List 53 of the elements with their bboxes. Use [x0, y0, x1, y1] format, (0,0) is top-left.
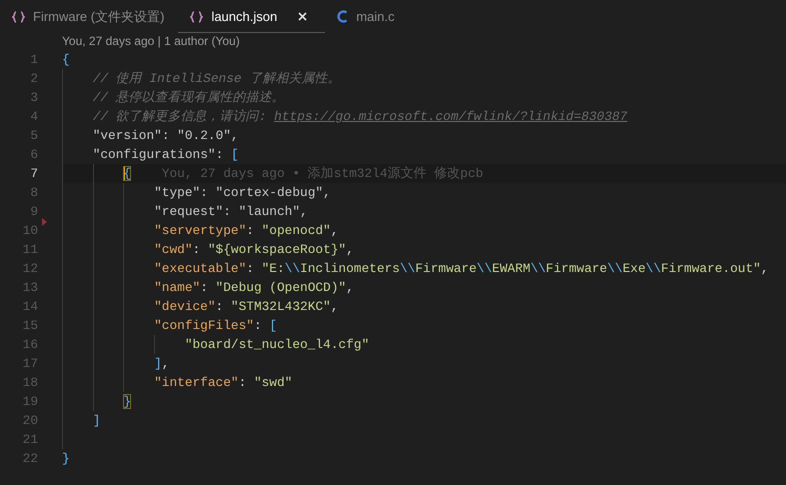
code-line: "servertype": "openocd", [154, 222, 338, 240]
line-number: 18 [22, 374, 38, 392]
code-comment: // 欲了解更多信息，请访问: [92, 108, 268, 126]
line-number: 9 [29, 203, 38, 221]
code-line: } [123, 393, 132, 411]
line-number: 12 [22, 260, 38, 278]
link[interactable]: https://go.microsoft.com/fwlink/?linkid=830387 [274, 107, 628, 126]
line-number: 7 [29, 165, 38, 183]
line-number: 3 [29, 89, 38, 107]
braces-icon [12, 10, 25, 22]
braces-icon [190, 10, 204, 22]
code-line: { [62, 51, 70, 69]
line-number: 15 [22, 317, 38, 335]
code-line: "name": "Debug (OpenOCD)", [154, 279, 354, 297]
editor-tab[interactable]: main.c [325, 0, 409, 33]
codelens-link[interactable]: You, 27 days ago | 1 author (You) [0, 33, 786, 50]
c-letter-icon [337, 10, 348, 23]
line-number: 8 [29, 184, 38, 202]
code-line: "cwd": "${workspaceRoot}", [154, 241, 354, 259]
line-number: 20 [22, 412, 38, 430]
code-line: "executable": "E:\\Inclinometers\\Firmware\\EWARM\\Firmware\\Exe\\Firmware.out", [154, 260, 769, 278]
line-number: 17 [22, 355, 38, 373]
code-line: "board/st_nucleo_l4.cfg" [184, 336, 370, 354]
deleted-lines-marker[interactable] [42, 218, 47, 226]
code-line: "device": "STM32L432KC", [154, 298, 338, 316]
line-number: 13 [22, 279, 38, 297]
line-number: 21 [22, 431, 38, 449]
code-line: "version": "0.2.0", [92, 127, 239, 145]
line-number: 11 [22, 241, 38, 259]
code-line: // 悬停以查看现有属性的描述。 [92, 89, 285, 107]
line-number: 22 [22, 450, 38, 468]
code-line: "interface": "swd" [154, 374, 292, 392]
line-number: 10 [22, 222, 38, 240]
line-number: 14 [22, 298, 38, 316]
line-number: 6 [29, 146, 38, 164]
line-number: 1 [29, 51, 38, 69]
code-line: "configurations": [ [92, 146, 239, 164]
line-number: 19 [22, 393, 38, 411]
line-number: 16 [22, 336, 38, 354]
code-line: ] [92, 412, 100, 430]
close-icon [298, 12, 307, 21]
line-number: 2 [29, 70, 38, 88]
editor-tab[interactable]: launch.json [178, 0, 326, 33]
code-line: ], [154, 355, 170, 373]
blame-annotation: You, 27 days ago • 添加stm32l4源文件 修改pcb [162, 165, 484, 183]
code-line: "request": "launch", [154, 203, 308, 221]
editor-tab[interactable]: Firmware (文件夹设置) [0, 0, 178, 33]
code-line: "type": "cortex-debug", [154, 184, 331, 202]
code-line: // 使用 IntelliSense 了解相关属性。 [92, 70, 340, 88]
line-number: 5 [29, 127, 38, 145]
line-number: 4 [29, 108, 38, 126]
code-line: "configFiles": [ [154, 317, 277, 335]
code-line: } [62, 450, 70, 468]
